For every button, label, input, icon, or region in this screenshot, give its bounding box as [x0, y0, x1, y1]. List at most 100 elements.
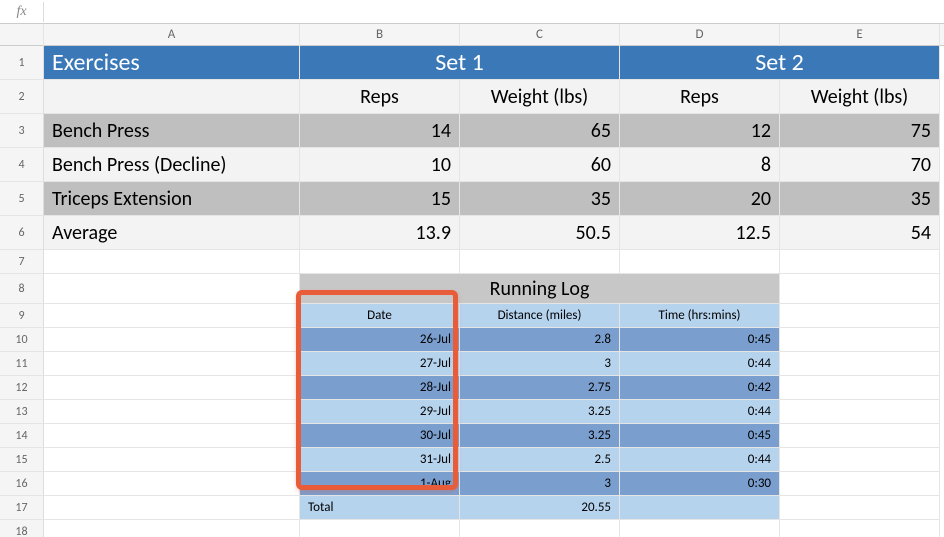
- cell[interactable]: 31-Jul: [300, 448, 460, 472]
- exercise-name[interactable]: Bench Press: [44, 114, 300, 148]
- weight-header[interactable]: Weight (lbs): [780, 80, 940, 114]
- cell[interactable]: [620, 496, 780, 520]
- cell[interactable]: 8: [620, 148, 780, 182]
- cell[interactable]: 3: [460, 352, 620, 376]
- cell[interactable]: 14: [300, 114, 460, 148]
- cell[interactable]: [780, 520, 940, 537]
- cell[interactable]: [44, 250, 300, 274]
- cell[interactable]: [44, 304, 300, 328]
- time-header[interactable]: Time (hrs:mins): [620, 304, 780, 328]
- cell[interactable]: [44, 80, 300, 114]
- cell[interactable]: [460, 250, 620, 274]
- cell[interactable]: 12.5: [620, 216, 780, 250]
- cell[interactable]: 60: [460, 148, 620, 182]
- cell[interactable]: [780, 424, 940, 448]
- cell[interactable]: [300, 520, 460, 537]
- reps-header[interactable]: Reps: [620, 80, 780, 114]
- cell[interactable]: 2.5: [460, 448, 620, 472]
- col-header-c[interactable]: C: [460, 24, 620, 46]
- select-all-corner[interactable]: [0, 24, 44, 46]
- cell[interactable]: [620, 250, 780, 274]
- cell[interactable]: [780, 274, 940, 304]
- cell[interactable]: 2.75: [460, 376, 620, 400]
- cell[interactable]: [44, 274, 300, 304]
- cell[interactable]: 0:44: [620, 400, 780, 424]
- row-header[interactable]: 1: [0, 46, 44, 80]
- row-header[interactable]: 9: [0, 304, 44, 328]
- cell[interactable]: [44, 448, 300, 472]
- cell[interactable]: 15: [300, 182, 460, 216]
- running-log-title[interactable]: Running Log: [300, 274, 780, 304]
- cell[interactable]: [780, 352, 940, 376]
- cell[interactable]: 3.25: [460, 400, 620, 424]
- cell[interactable]: 27-Jul: [300, 352, 460, 376]
- row-header[interactable]: 12: [0, 376, 44, 400]
- cell[interactable]: 0:44: [620, 352, 780, 376]
- row-header[interactable]: 4: [0, 148, 44, 182]
- cell[interactable]: [44, 496, 300, 520]
- cell[interactable]: 70: [780, 148, 940, 182]
- cell[interactable]: 3: [460, 472, 620, 496]
- cell[interactable]: 12: [620, 114, 780, 148]
- cell[interactable]: [44, 424, 300, 448]
- total-distance[interactable]: 20.55: [460, 496, 620, 520]
- cell[interactable]: [44, 376, 300, 400]
- cell[interactable]: 0:30: [620, 472, 780, 496]
- cell[interactable]: 0:45: [620, 424, 780, 448]
- cell[interactable]: [780, 250, 940, 274]
- cell[interactable]: 10: [300, 148, 460, 182]
- cell[interactable]: 28-Jul: [300, 376, 460, 400]
- cell[interactable]: 35: [460, 182, 620, 216]
- cell[interactable]: 35: [780, 182, 940, 216]
- cell[interactable]: 0:45: [620, 328, 780, 352]
- col-header-e[interactable]: E: [780, 24, 940, 46]
- row-header[interactable]: 14: [0, 424, 44, 448]
- row-header[interactable]: 15: [0, 448, 44, 472]
- cell[interactable]: [44, 328, 300, 352]
- cell[interactable]: 75: [780, 114, 940, 148]
- cell[interactable]: 0:42: [620, 376, 780, 400]
- cell[interactable]: [44, 520, 300, 537]
- cell[interactable]: [780, 304, 940, 328]
- cell[interactable]: 0:44: [620, 448, 780, 472]
- cell[interactable]: [780, 328, 940, 352]
- cell[interactable]: [620, 520, 780, 537]
- cell[interactable]: 50.5: [460, 216, 620, 250]
- row-header[interactable]: 7: [0, 250, 44, 274]
- date-header[interactable]: Date: [300, 304, 460, 328]
- cell[interactable]: 54: [780, 216, 940, 250]
- cell[interactable]: 20: [620, 182, 780, 216]
- row-header[interactable]: 17: [0, 496, 44, 520]
- cell[interactable]: 1-Aug: [300, 472, 460, 496]
- distance-header[interactable]: Distance (miles): [460, 304, 620, 328]
- cell[interactable]: [44, 400, 300, 424]
- row-header[interactable]: 2: [0, 80, 44, 114]
- row-header[interactable]: 13: [0, 400, 44, 424]
- set1-header[interactable]: Set 1: [300, 46, 620, 80]
- exercises-title[interactable]: Exercises: [44, 46, 300, 80]
- set2-header[interactable]: Set 2: [620, 46, 940, 80]
- cell[interactable]: 26-Jul: [300, 328, 460, 352]
- cell[interactable]: [44, 352, 300, 376]
- cell[interactable]: 3.25: [460, 424, 620, 448]
- row-header[interactable]: 6: [0, 216, 44, 250]
- cell[interactable]: [780, 376, 940, 400]
- col-header-d[interactable]: D: [620, 24, 780, 46]
- exercise-name[interactable]: Bench Press (Decline): [44, 148, 300, 182]
- cell[interactable]: [780, 448, 940, 472]
- row-header[interactable]: 18: [0, 520, 44, 537]
- reps-header[interactable]: Reps: [300, 80, 460, 114]
- cell[interactable]: [460, 520, 620, 537]
- cell[interactable]: 2.8: [460, 328, 620, 352]
- col-header-a[interactable]: A: [44, 24, 300, 46]
- exercise-name[interactable]: Triceps Extension: [44, 182, 300, 216]
- cell[interactable]: [300, 250, 460, 274]
- cell[interactable]: 30-Jul: [300, 424, 460, 448]
- row-header[interactable]: 8: [0, 274, 44, 304]
- cell[interactable]: 13.9: [300, 216, 460, 250]
- cell[interactable]: [780, 400, 940, 424]
- average-label[interactable]: Average: [44, 216, 300, 250]
- weight-header[interactable]: Weight (lbs): [460, 80, 620, 114]
- cell[interactable]: [44, 472, 300, 496]
- cell[interactable]: 65: [460, 114, 620, 148]
